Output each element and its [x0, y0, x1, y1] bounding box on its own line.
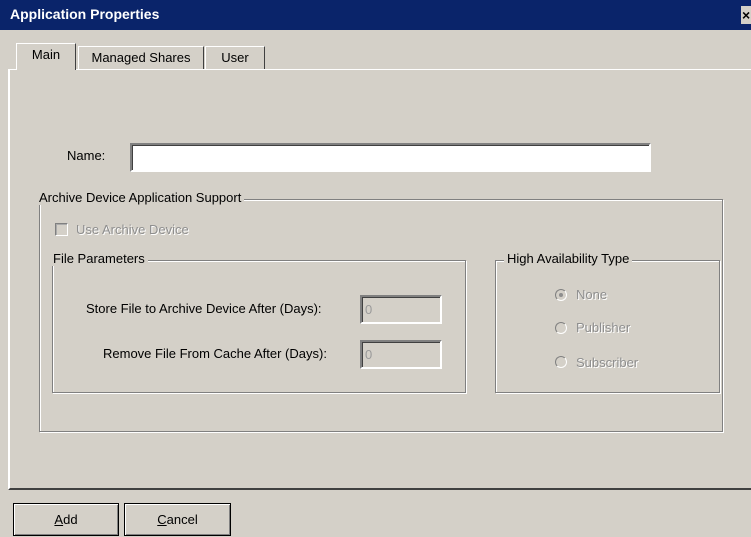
title-bar: Application Properties ×	[0, 0, 751, 30]
store-file-label: Store File to Archive Device After (Days…	[86, 301, 322, 316]
radio-none-label: None	[576, 287, 608, 302]
use-archive-device-checkbox[interactable]	[55, 223, 68, 236]
archive-device-group-legend: Archive Device Application Support	[36, 190, 245, 205]
cancel-button-label: ancel	[166, 512, 198, 527]
tab-user[interactable]: User	[205, 46, 265, 70]
window-title: Application Properties	[10, 6, 160, 22]
remove-file-field[interactable]	[360, 340, 442, 369]
tab-main-label: Main	[31, 47, 61, 62]
tab-managed-shares[interactable]: Managed Shares	[78, 46, 204, 70]
radio-publisher[interactable]	[555, 322, 567, 334]
file-parameters-legend: File Parameters	[50, 251, 148, 266]
add-button-mnemonic: A	[54, 512, 64, 527]
radio-subscriber[interactable]	[555, 356, 567, 368]
name-field[interactable]	[130, 143, 651, 172]
store-file-field[interactable]	[360, 295, 442, 324]
tab-user-label: User	[221, 50, 249, 65]
remove-file-label: Remove File From Cache After (Days):	[103, 346, 327, 361]
use-archive-device-label: Use Archive Device	[76, 222, 189, 237]
tab-main[interactable]: Main	[16, 43, 76, 70]
radio-selected-dot	[559, 293, 563, 297]
cancel-button[interactable]: Cancel	[124, 503, 231, 536]
radio-publisher-label: Publisher	[576, 320, 631, 335]
add-button-label: dd	[63, 512, 78, 527]
tab-managed-shares-label: Managed Shares	[91, 50, 191, 65]
cancel-button-mnemonic: C	[157, 512, 167, 527]
radio-subscriber-label: Subscriber	[576, 355, 639, 370]
radio-none[interactable]	[555, 289, 567, 301]
name-input[interactable]	[132, 145, 649, 170]
close-icon[interactable]: ×	[741, 6, 751, 24]
name-label: Name:	[67, 148, 106, 163]
file-parameters-group	[52, 260, 466, 393]
add-button[interactable]: Add	[13, 503, 119, 536]
remove-file-input[interactable]	[362, 342, 440, 367]
store-file-input[interactable]	[362, 297, 440, 322]
high-availability-legend: High Availability Type	[504, 251, 633, 266]
